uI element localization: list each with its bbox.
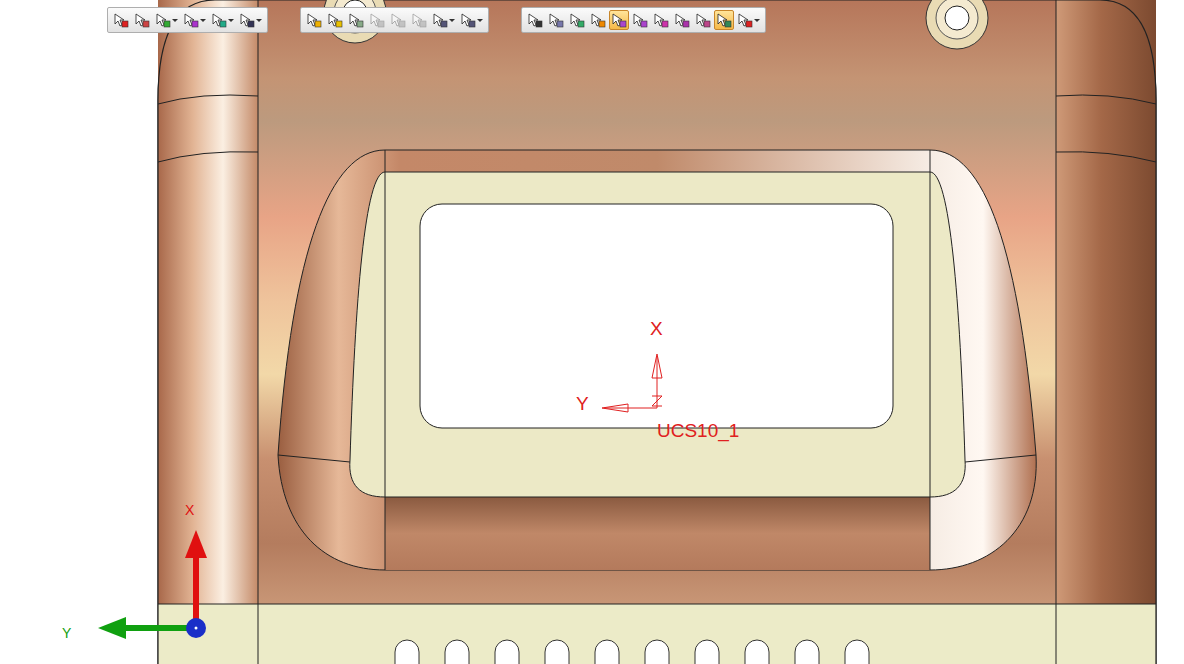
toolbar (300, 7, 489, 33)
split-button[interactable] (735, 10, 762, 30)
tool-icon (460, 12, 476, 28)
vent-slot (795, 640, 819, 664)
tool-icon (183, 12, 199, 28)
vent-slot (645, 640, 669, 664)
vent-slot (745, 640, 769, 664)
tool-button[interactable] (714, 10, 734, 30)
center-panel (258, 0, 1056, 604)
toolbar (107, 7, 268, 33)
tool-button[interactable] (693, 10, 713, 30)
vent-slot (395, 640, 419, 664)
tool-button[interactable] (546, 10, 566, 30)
boss (926, 0, 988, 49)
tool-icon (548, 12, 564, 28)
dropdown-caret-icon[interactable] (477, 19, 483, 22)
tool-icon (211, 12, 227, 28)
split-button[interactable] (458, 10, 485, 30)
tool-icon (411, 12, 427, 28)
graphics-window[interactable]: XYUCS10_1XY (0, 0, 1184, 664)
triad-y-label: Y (62, 625, 72, 641)
vent-slot (445, 640, 469, 664)
split-button[interactable] (153, 10, 180, 30)
tool-icon (632, 12, 648, 28)
tool-button[interactable] (651, 10, 671, 30)
triad-x-label: X (185, 502, 195, 518)
tool-button[interactable] (409, 10, 429, 30)
tool-button[interactable] (304, 10, 324, 30)
model-viewport[interactable]: XYUCS10_1XY (0, 0, 1184, 664)
split-button[interactable] (209, 10, 236, 30)
toolbar (521, 7, 766, 33)
vent-slot (545, 640, 569, 664)
ucs-marker[interactable]: X Y UCS10_1 (576, 318, 739, 442)
tool-button[interactable] (388, 10, 408, 30)
vent-slot (695, 640, 719, 664)
left-strip (158, 0, 258, 604)
tool-icon (390, 12, 406, 28)
vent-slot (845, 640, 869, 664)
tool-icon (327, 12, 343, 28)
view-triad[interactable]: XY (62, 502, 207, 641)
tool-icon (527, 12, 543, 28)
tool-icon (695, 12, 711, 28)
recess (278, 150, 1036, 570)
toolbar-row (0, 7, 766, 33)
tool-icon (113, 12, 129, 28)
dropdown-caret-icon[interactable] (754, 19, 760, 22)
split-button[interactable] (430, 10, 457, 30)
tool-button[interactable] (609, 10, 629, 30)
split-button[interactable] (237, 10, 264, 30)
tool-button[interactable] (325, 10, 345, 30)
tool-icon (369, 12, 385, 28)
tool-button[interactable] (525, 10, 545, 30)
tool-button[interactable] (111, 10, 131, 30)
tool-icon (134, 12, 150, 28)
display-window (420, 204, 893, 428)
tool-button[interactable] (567, 10, 587, 30)
tool-icon (239, 12, 255, 28)
tool-icon (737, 12, 753, 28)
dropdown-caret-icon[interactable] (172, 19, 178, 22)
split-button[interactable] (181, 10, 208, 30)
tool-icon (590, 12, 606, 28)
tool-icon (569, 12, 585, 28)
dropdown-caret-icon[interactable] (256, 19, 262, 22)
tool-icon (306, 12, 322, 28)
ucs-x-label: X (650, 318, 663, 339)
body-outline (158, 0, 1156, 664)
tool-button[interactable] (367, 10, 387, 30)
tool-icon (611, 12, 627, 28)
dropdown-caret-icon[interactable] (200, 19, 206, 22)
tool-button[interactable] (588, 10, 608, 30)
vent-slot (495, 640, 519, 664)
right-strip (1056, 0, 1156, 604)
vent-slot (595, 640, 619, 664)
tool-icon (674, 12, 690, 28)
tool-icon (155, 12, 171, 28)
ucs-y-label: Y (576, 393, 589, 414)
triad-origin (186, 618, 206, 638)
tool-button[interactable] (630, 10, 650, 30)
tool-icon (716, 12, 732, 28)
dropdown-caret-icon[interactable] (228, 19, 234, 22)
dropdown-caret-icon[interactable] (449, 19, 455, 22)
tool-button[interactable] (346, 10, 366, 30)
tool-icon (432, 12, 448, 28)
tool-icon (348, 12, 364, 28)
tool-icon (653, 12, 669, 28)
tool-button[interactable] (672, 10, 692, 30)
ucs-name: UCS10_1 (657, 420, 739, 442)
tool-button[interactable] (132, 10, 152, 30)
